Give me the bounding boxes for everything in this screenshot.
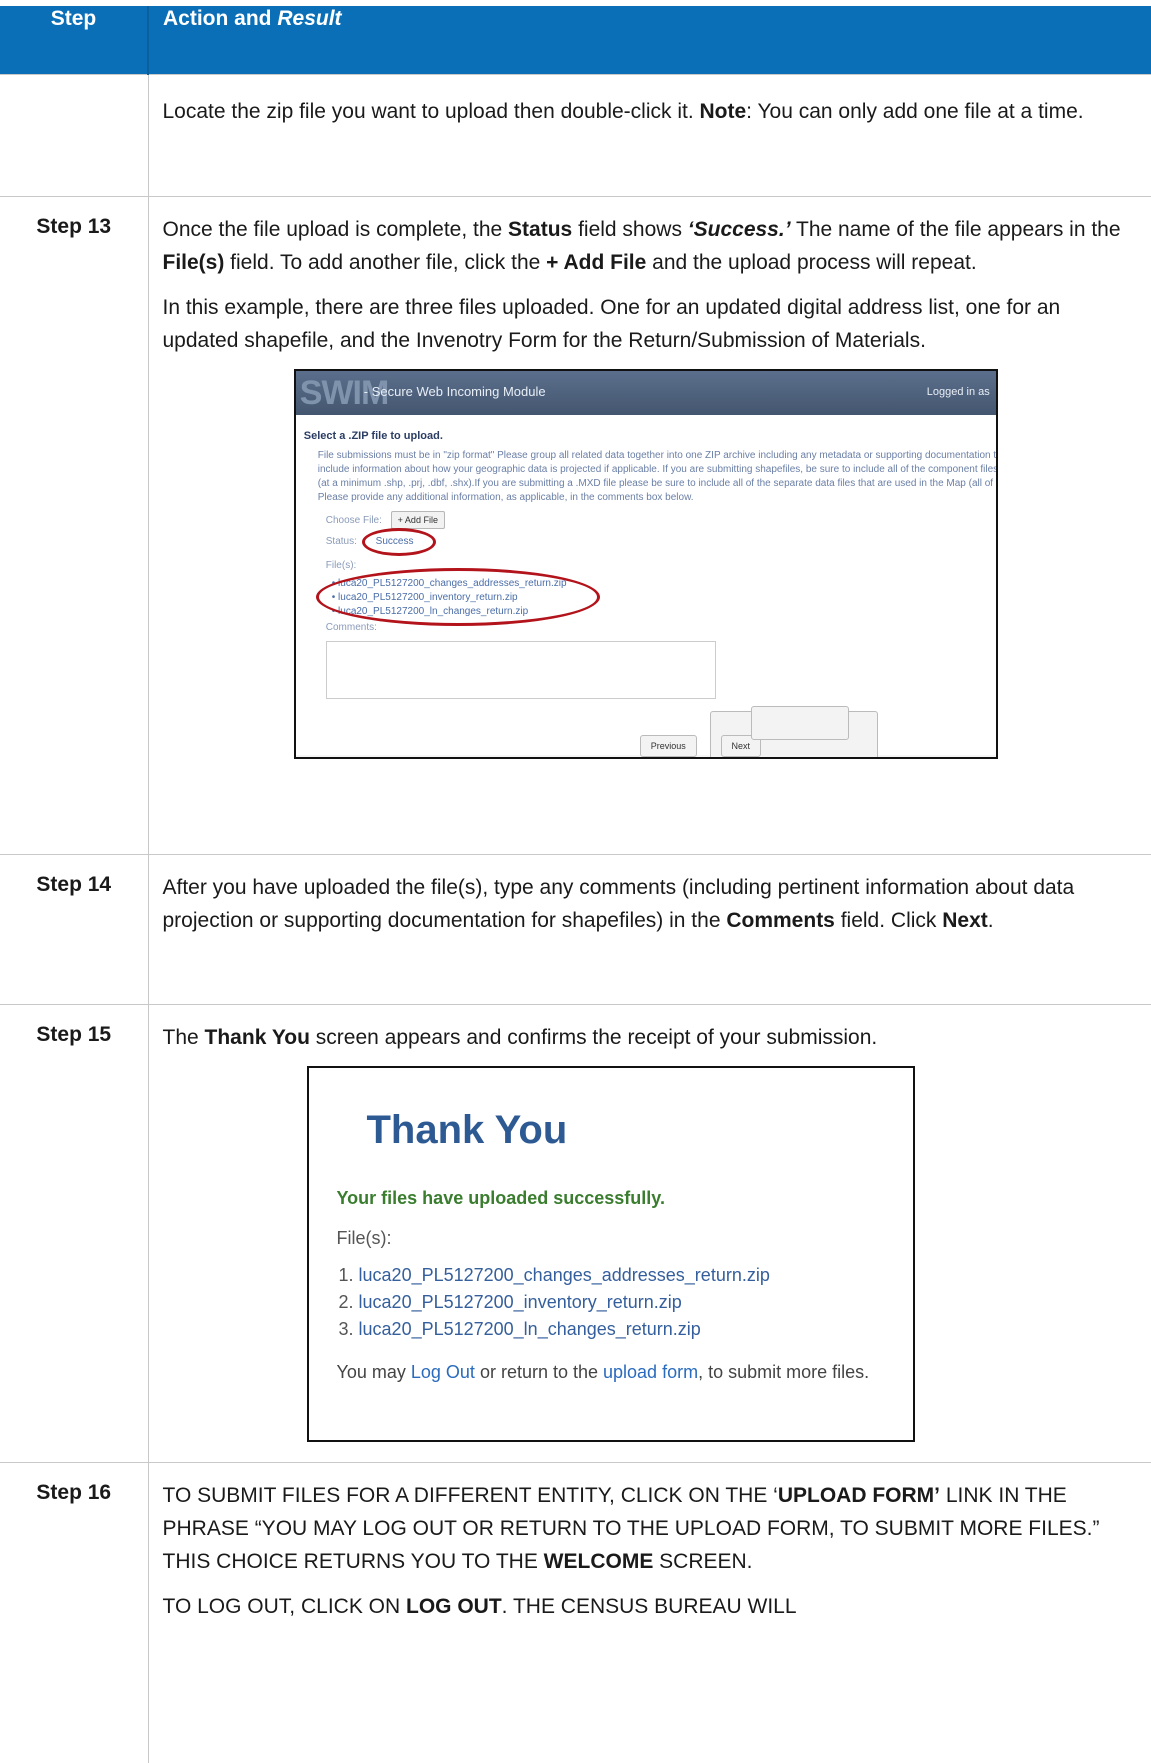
upload-form-link[interactable]: upload form (603, 1362, 698, 1382)
action-text: Locate the zip file you want to upload t… (163, 95, 1130, 128)
status-label: Status: (325, 536, 357, 547)
next-button[interactable]: Next (709, 706, 879, 757)
table-row: Locate the zip file you want to upload t… (0, 74, 1151, 197)
success-bold: ‘Success.’ (687, 218, 791, 241)
list-item: 3. luca20_PL5127200_ln_changes_return.zi… (339, 1316, 770, 1343)
header-result-text: Result (277, 7, 342, 30)
files-label: File(s): (336, 1228, 392, 1248)
table-row: Step 13 Once the file upload is complete… (0, 196, 1151, 855)
next-bold: Next (942, 909, 988, 932)
uploaded-files-list: 1. luca20_PL5127200_changes_addresses_re… (339, 1262, 770, 1343)
action-cell: After you have uploaded the file(s), typ… (148, 854, 1151, 1005)
swim-desc-line: Please provide any additional informatio… (317, 492, 694, 503)
swim-title: - Secure Web Incoming Module (363, 384, 546, 399)
step-cell: Step 13 (0, 196, 149, 855)
thank-you-title: Thank You (366, 1108, 568, 1152)
text-run: TO SUBMIT FILES FOR A DIFFERENT ENTITY, … (162, 1484, 778, 1507)
action-text: In this example, there are three files u… (162, 296, 1061, 352)
header-step: Step (0, 6, 148, 75)
add-file-bold: + Add File (546, 251, 647, 274)
swim-body: Select a .ZIP file to upload. File submi… (295, 415, 998, 757)
text-run: : You can only add one file at a time. (746, 100, 1084, 123)
welcome-bold: WELCOME (543, 1550, 654, 1573)
file-name: luca20_PL5127200_ln_changes_return.zip (358, 1319, 701, 1339)
swim-status-row: Status: Success (325, 528, 988, 556)
file-name: luca20_PL5127200_inventory_return.zip (358, 1292, 682, 1312)
log-out-link[interactable]: Log Out (411, 1362, 475, 1382)
action-text: TO LOG OUT, CLICK ON LOG OUT. THE CENSUS… (163, 1590, 1130, 1623)
add-file-button[interactable]: + Add File (390, 511, 445, 529)
text-run: field shows (572, 218, 688, 241)
steps-table: Step Action and Result Locate the zip fi… (0, 6, 1151, 1763)
text-run: field. To add another file, click the (224, 251, 547, 274)
swim-desc-line: include information about how your geogr… (317, 464, 998, 475)
swim-logged-in: Logged in as (926, 386, 990, 398)
file-name: luca20_PL5127200_changes_addresses_retur… (358, 1265, 770, 1285)
status-bold: Status (508, 218, 573, 241)
list-item: 2. luca20_PL5127200_inventory_return.zip (339, 1289, 770, 1316)
table-row: Step 14 After you have uploaded the file… (0, 854, 1151, 1005)
highlight-oval (361, 528, 436, 556)
list-number: 3. (338, 1319, 354, 1339)
list-item: 1. luca20_PL5127200_changes_addresses_re… (339, 1262, 770, 1289)
table-row: Step 16 TO SUBMIT FILES FOR A DIFFERENT … (0, 1462, 1151, 1763)
step-cell: Step 16 (0, 1462, 149, 1763)
swim-files-list: • luca20_PL5127200_changes_addresses_ret… (304, 568, 988, 626)
text-run: . (987, 909, 994, 932)
header-action-text: Action and (163, 7, 272, 30)
previous-button[interactable]: Previous (639, 735, 697, 757)
swim-nav-buttons: Previous Next (639, 706, 882, 757)
document-page: Step Action and Result Locate the zip fi… (0, 0, 1151, 1763)
thank-you-screenshot: Thank You Your files have uploaded succe… (306, 1066, 915, 1442)
text-run: or return to the (474, 1362, 604, 1382)
text-run: You may (336, 1362, 411, 1382)
step-cell: Step 15 (0, 1004, 149, 1463)
text-run: The (162, 1026, 205, 1049)
choose-file-label: Choose File: (325, 515, 382, 526)
action-cell: The Thank You screen appears and confirm… (148, 1004, 1151, 1463)
action-text: TO SUBMIT FILES FOR A DIFFERENT ENTITY, … (163, 1479, 1130, 1578)
text-run: SCREEN. (653, 1550, 753, 1573)
status-value-wrap: Success (361, 528, 436, 556)
list-number: 2. (338, 1292, 354, 1312)
thank-you-footer: You may Log Out or return to the upload … (337, 1356, 870, 1389)
upload-form-bold: UPLOAD FORM’ (777, 1484, 940, 1507)
files-bold: File(s) (162, 251, 225, 274)
text-run: screen appears and confirms the receipt … (309, 1026, 878, 1049)
action-text: The Thank You screen appears and confirm… (163, 1021, 1130, 1054)
comments-textarea[interactable] (325, 641, 716, 699)
comments-bold: Comments (726, 909, 835, 932)
action-text: After you have uploaded the file(s), typ… (163, 871, 1130, 937)
text-run: The name of the file appears in the (790, 218, 1121, 241)
list-number: 1. (338, 1265, 354, 1285)
action-cell: TO SUBMIT FILES FOR A DIFFERENT ENTITY, … (148, 1462, 1151, 1763)
table-row: Step 15 The Thank You screen appears and… (0, 1004, 1151, 1463)
log-out-bold: LOG OUT (406, 1595, 502, 1618)
upload-success-message: Your files have uploaded successfully. (336, 1188, 665, 1208)
text-run: and the upload process will repeat. (646, 251, 977, 274)
step-cell: Step 14 (0, 854, 149, 1005)
swim-header-bar: SWIM - Secure Web Incoming Module Logged… (295, 371, 996, 415)
action-cell: Locate the zip file you want to upload t… (148, 74, 1151, 197)
header-action: Action and Result (147, 6, 1151, 75)
swim-desc-line: (at a minimum .shp, .prj, .dbf, .shx).If… (317, 478, 998, 489)
text-run: , to submit more files. (698, 1362, 870, 1382)
swim-choose-row: Choose File: + Add File (326, 511, 988, 529)
highlight-oval (751, 706, 850, 740)
text-run: TO LOG OUT, CLICK ON (162, 1595, 406, 1618)
swim-screenshot: SWIM - Secure Web Incoming Module Logged… (293, 369, 998, 759)
text-run: . THE CENSUS BUREAU WILL (501, 1595, 797, 1618)
note-bold: Note (699, 100, 747, 123)
action-text: Once the file upload is complete, the St… (163, 213, 1130, 279)
text-run: field. Click (834, 909, 943, 932)
swim-heading: Select a .ZIP file to upload. (303, 430, 443, 442)
highlight-oval (315, 568, 600, 626)
thank-you-bold: Thank You (204, 1026, 310, 1049)
action-cell: Once the file upload is complete, the St… (148, 196, 1151, 855)
text-run: Locate the zip file you want to upload t… (162, 100, 700, 123)
step-cell (0, 74, 149, 197)
table-header-row: Step Action and Result (0, 6, 1151, 75)
text-run: Once the file upload is complete, the (162, 218, 509, 241)
swim-desc-line: File submissions must be in "zip format"… (317, 450, 998, 461)
